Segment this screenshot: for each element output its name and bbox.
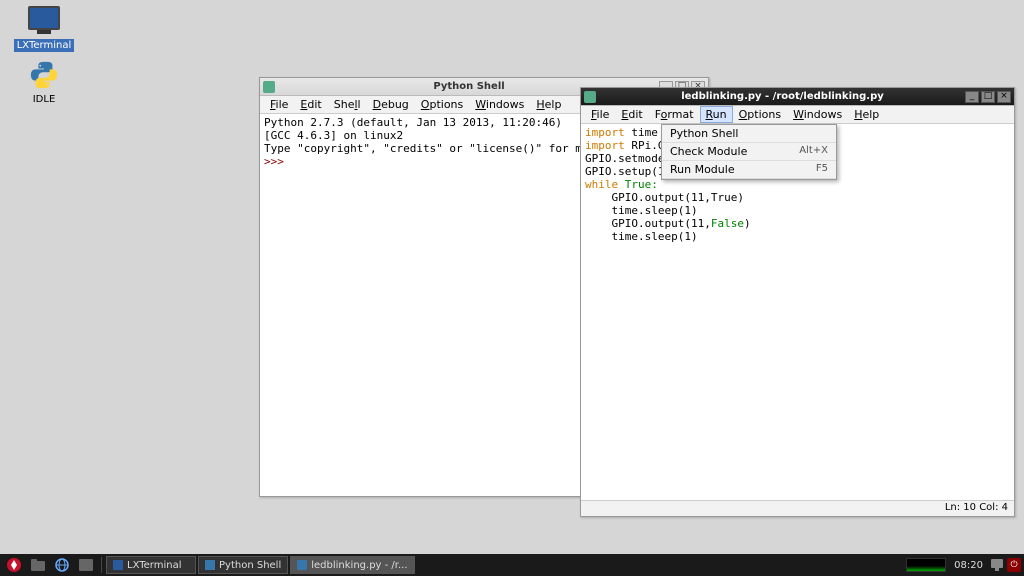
menu-debug[interactable]: Debug: [367, 96, 415, 113]
menu-edit[interactable]: Edit: [615, 106, 648, 123]
statusbar: Ln: 10 Col: 4: [581, 500, 1014, 516]
minimize-button[interactable]: _: [965, 91, 979, 103]
desktop-icon-label: LXTerminal: [14, 39, 75, 52]
desktop-icon: [79, 559, 93, 571]
run-menu-python-shell[interactable]: Python Shell: [662, 125, 836, 143]
menu-windows[interactable]: Windows: [469, 96, 530, 113]
task-item-lxterminal[interactable]: LXTerminal: [106, 556, 196, 574]
menu-file[interactable]: File: [585, 106, 615, 123]
minimize-all-button[interactable]: [75, 556, 97, 574]
clock[interactable]: 08:20: [950, 560, 987, 571]
titlebar[interactable]: ledblinking.py - /root/ledblinking.py _ …: [581, 88, 1014, 106]
display-icon[interactable]: [991, 559, 1003, 571]
app-icon: [584, 91, 596, 103]
python-icon: [297, 560, 307, 570]
menu-file[interactable]: File: [264, 96, 294, 113]
editor-window: ledblinking.py - /root/ledblinking.py _ …: [580, 87, 1015, 517]
menubar: File Edit Format Run Options Windows Hel…: [581, 106, 1014, 124]
desktop-icon-idle[interactable]: IDLE: [12, 60, 76, 106]
menu-help[interactable]: Help: [848, 106, 885, 123]
menu-edit[interactable]: Edit: [294, 96, 327, 113]
run-menu-run-module[interactable]: Run Module F5: [662, 161, 836, 179]
task-item-editor[interactable]: ledblinking.py - /r...: [290, 556, 414, 574]
start-button[interactable]: [3, 556, 25, 574]
separator: [101, 557, 102, 573]
task-item-python-shell[interactable]: Python Shell: [198, 556, 288, 574]
menu-format[interactable]: Format: [649, 106, 700, 123]
menu-help[interactable]: Help: [530, 96, 567, 113]
window-title: ledblinking.py - /root/ledblinking.py: [600, 91, 965, 102]
start-icon: [6, 557, 22, 573]
folder-icon: [31, 559, 45, 571]
system-tray: 08:20 ⏻: [906, 558, 1021, 572]
cpu-graph[interactable]: [906, 558, 946, 572]
menu-windows[interactable]: Windows: [787, 106, 848, 123]
globe-icon: [55, 558, 69, 572]
desktop-icon-lxterminal[interactable]: LXTerminal: [12, 6, 76, 52]
run-dropdown: Python Shell Check Module Alt+X Run Modu…: [661, 124, 837, 180]
terminal-icon: [113, 560, 123, 570]
run-menu-check-module[interactable]: Check Module Alt+X: [662, 143, 836, 161]
menu-shell[interactable]: Shell: [328, 96, 367, 113]
terminal-icon: [25, 6, 63, 36]
menu-options[interactable]: Options: [733, 106, 787, 123]
menu-options[interactable]: Options: [415, 96, 469, 113]
close-button[interactable]: ×: [997, 91, 1011, 103]
cursor-position: Ln: 10 Col: 4: [945, 502, 1008, 513]
code-editor[interactable]: import time import RPi.GPIO GPIO.setmode…: [581, 124, 1014, 500]
taskbar: LXTerminal Python Shell ledblinking.py -…: [0, 554, 1024, 576]
maximize-button[interactable]: □: [981, 91, 995, 103]
menu-run[interactable]: Run: [700, 106, 733, 123]
desktop-icon-label: IDLE: [30, 93, 59, 106]
browser-button[interactable]: [51, 556, 73, 574]
python-icon: [25, 60, 63, 90]
app-icon: [263, 81, 275, 93]
python-icon: [205, 560, 215, 570]
file-manager-button[interactable]: [27, 556, 49, 574]
power-button[interactable]: ⏻: [1007, 558, 1021, 572]
